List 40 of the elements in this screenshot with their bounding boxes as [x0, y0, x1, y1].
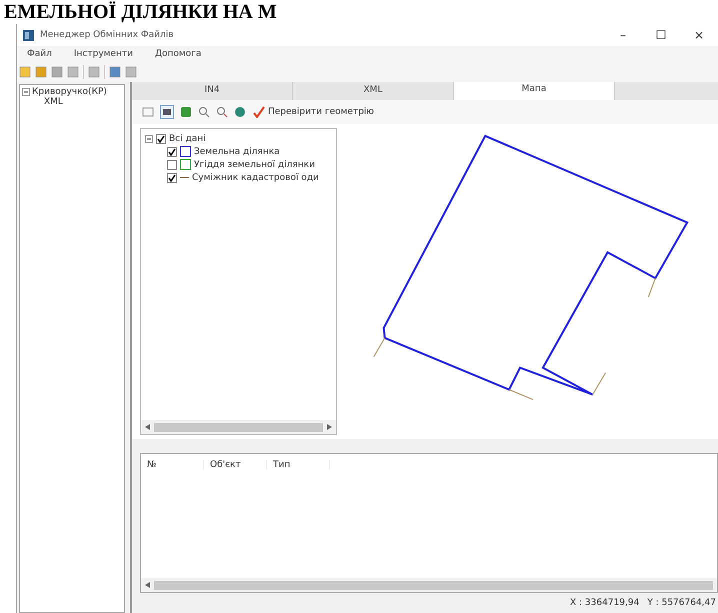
close-button[interactable]: ×: [680, 28, 718, 42]
collapse-icon[interactable]: [22, 88, 30, 96]
maximize-button[interactable]: ☐: [642, 28, 680, 42]
checked-checkbox[interactable]: [167, 146, 177, 156]
menu-item[interactable]: Інструменти: [74, 49, 133, 59]
collapse-icon[interactable]: [145, 134, 153, 142]
tab[interactable]: Мапа: [454, 82, 615, 100]
zoom-out-icon[interactable]: [216, 106, 228, 118]
checkmark-icon: [253, 106, 265, 118]
column-header[interactable]: №: [141, 460, 204, 470]
y-coordinate: Y : 5576764,47: [647, 598, 716, 608]
tree-item[interactable]: XML: [22, 97, 122, 107]
menu-item[interactable]: Файл: [27, 49, 52, 59]
horizontal-scrollbar[interactable]: [141, 420, 336, 434]
check-geometry-button[interactable]: Перевірити геометрію: [252, 105, 376, 119]
x-coordinate: X : 3364719,94: [570, 598, 640, 608]
layer-label[interactable]: Всі дані: [169, 134, 206, 144]
checked-checkbox[interactable]: [167, 172, 177, 182]
right-arrow-icon[interactable]: [327, 424, 332, 430]
column-header[interactable]: Об'єкт: [204, 460, 267, 470]
layer-label[interactable]: Суміжник кадастрової оди: [192, 172, 319, 182]
neighbor-line: [648, 278, 656, 298]
zoom-in-icon[interactable]: [198, 106, 210, 118]
window-title: Менеджер Обмінних Файлів: [40, 30, 175, 40]
horizontal-scrollbar[interactable]: [141, 578, 717, 592]
page-heading: ЕМЕЛЬНОЇ ДІЛЯНКИ НА М: [3, 0, 278, 24]
neighbor-line: [592, 372, 606, 396]
menu-item[interactable]: Допомога: [154, 49, 202, 59]
minimize-button[interactable]: –: [604, 28, 642, 42]
left-arrow-icon[interactable]: [145, 424, 150, 430]
layer-label[interactable]: Земельна ділянка: [194, 146, 280, 156]
left-arrow-icon[interactable]: [145, 582, 150, 588]
layer-label[interactable]: Угіддя земельної ділянки: [194, 160, 315, 170]
neighbor-line: [373, 337, 386, 358]
checked-checkbox[interactable]: [156, 134, 166, 144]
tree-item[interactable]: Криворучко(КР): [32, 87, 107, 97]
checkbox[interactable]: [167, 160, 177, 170]
column-header[interactable]: Тип: [267, 460, 330, 470]
neighbor-line: [508, 389, 534, 400]
app-icon: [23, 30, 34, 40]
